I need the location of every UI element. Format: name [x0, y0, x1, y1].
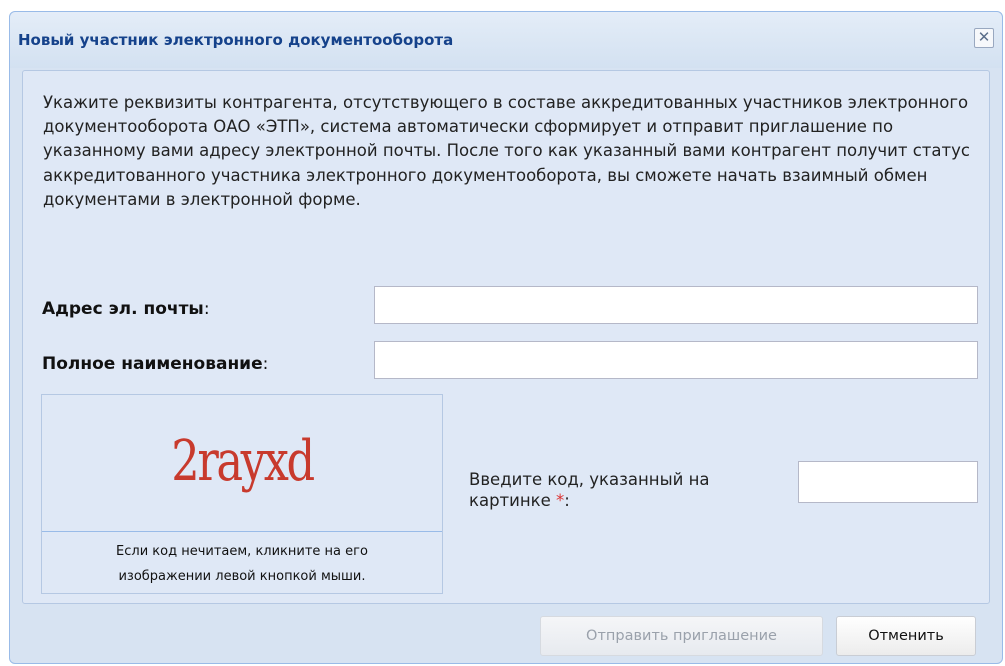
captcha-code-label-colon: :: [564, 491, 570, 510]
send-invitation-button[interactable]: Отправить приглашение: [540, 616, 823, 656]
captcha-code-label: Введите код, указанный на картинке *:: [469, 469, 789, 511]
dialog-title: Новый участник электронного документообо…: [18, 31, 454, 49]
dialog-description: Укажите реквизиты контрагента, отсутству…: [43, 93, 970, 209]
captcha-image[interactable]: 2rayxd: [42, 395, 442, 532]
captcha-hint: Если код нечитаем, кликните на его изобр…: [42, 539, 442, 589]
email-label-colon: :: [203, 299, 210, 319]
fullname-field[interactable]: [374, 341, 978, 379]
email-label-text: Адрес эл. почты: [42, 299, 204, 319]
captcha-code-input[interactable]: [798, 461, 978, 503]
close-icon[interactable]: ✕: [974, 28, 994, 48]
cancel-button[interactable]: Отменить: [836, 616, 976, 656]
email-label: Адрес эл. почты:: [42, 299, 210, 319]
fullname-label: Полное наименование:: [42, 354, 268, 374]
email-field[interactable]: [374, 286, 978, 324]
dialog-body: Укажите реквизиты контрагента, отсутству…: [22, 70, 990, 604]
fullname-label-colon: :: [262, 354, 269, 374]
captcha-hint-line1: Если код нечитаем, кликните на его: [116, 544, 368, 559]
captcha-panel: 2rayxd Если код нечитаем, кликните на ег…: [41, 394, 443, 594]
captcha-code-label-text: Введите код, указанный на картинке: [469, 470, 710, 510]
captcha-code-text: 2rayxd: [171, 429, 315, 494]
captcha-hint-line2: изображении левой кнопкой мыши.: [118, 569, 366, 584]
new-participant-dialog: Новый участник электронного документообо…: [9, 11, 1003, 664]
fullname-label-text: Полное наименование: [42, 354, 263, 374]
dialog-titlebar[interactable]: Новый участник электронного документообо…: [10, 12, 1002, 68]
